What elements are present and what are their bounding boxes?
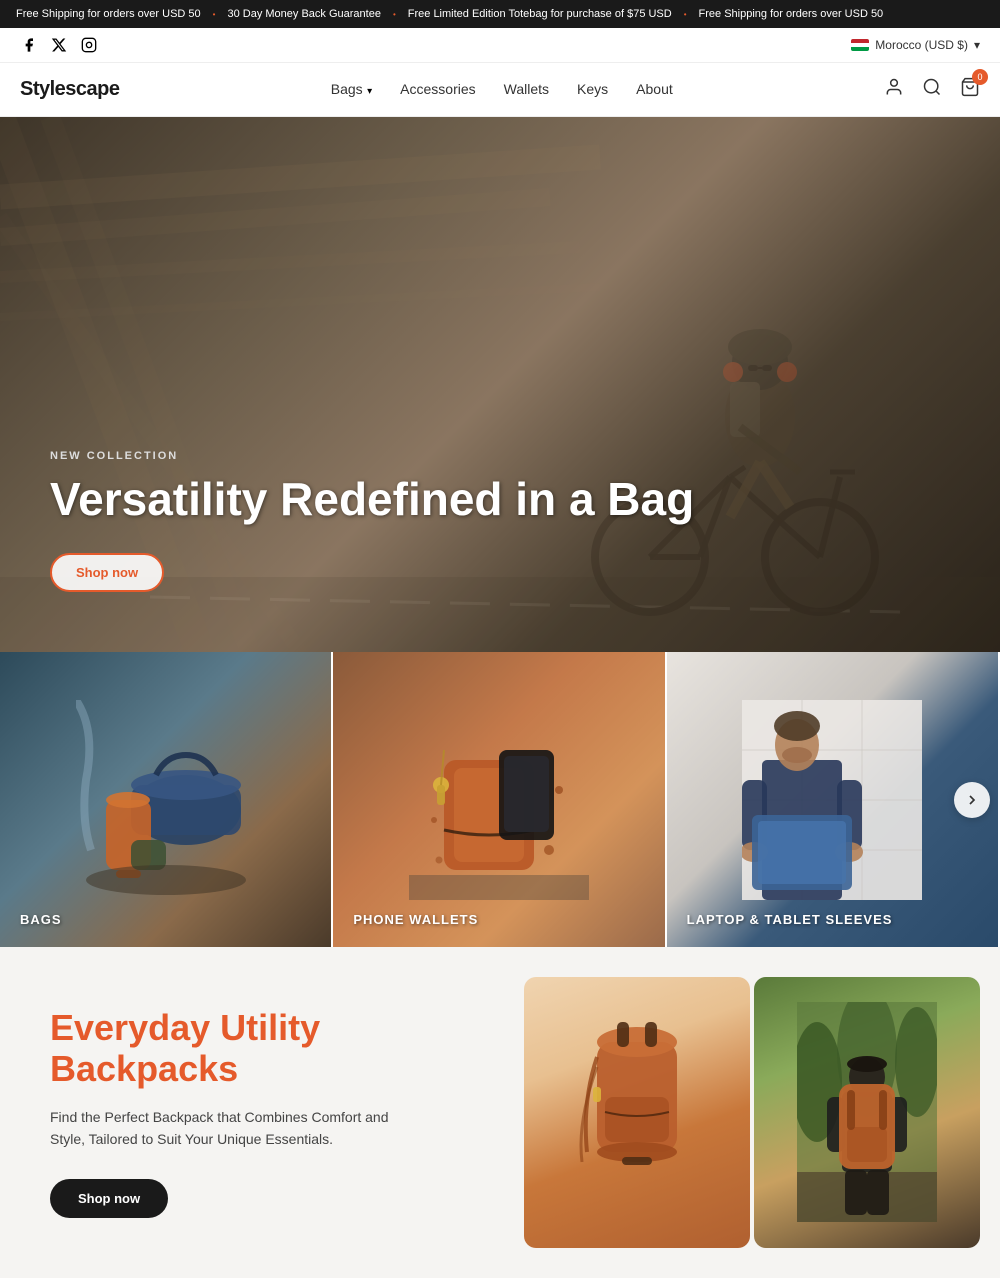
nav-item-about[interactable]: About <box>636 81 673 99</box>
nav-item-keys[interactable]: Keys <box>577 81 608 99</box>
category-card-bags[interactable]: BAGS <box>0 652 331 947</box>
announcement-items: Free Shipping for orders over USD 50 • 3… <box>16 8 984 20</box>
search-icon[interactable] <box>922 77 942 102</box>
morocco-flag <box>851 39 869 51</box>
hero-overlay: NEW COLLECTION Versatility Redefined in … <box>50 450 694 592</box>
separator-2: • <box>393 10 396 19</box>
backpack-product-image <box>524 977 750 1248</box>
nav-link-accessories[interactable]: Accessories <box>400 81 475 97</box>
separator-3: • <box>684 10 687 19</box>
wallets-label: PHONE WALLETS <box>353 912 478 927</box>
sleeves-card-bg <box>667 652 998 947</box>
hero-cta-button[interactable]: Shop now <box>50 553 164 592</box>
main-nav: Stylescape Bags Accessories Wallets Keys… <box>0 63 1000 117</box>
cart-icon[interactable]: 0 <box>960 77 980 102</box>
backpacks-images <box>514 947 1000 1278</box>
chevron-down-icon: ▾ <box>974 38 980 52</box>
logo[interactable]: Stylescape <box>20 78 120 101</box>
nav-actions: 0 <box>884 77 980 102</box>
nav-link-bags[interactable]: Bags <box>331 81 363 97</box>
announcement-item-1: Free Shipping for orders over USD 50 <box>16 8 201 20</box>
region-selector[interactable]: Morocco (USD $) ▾ <box>851 38 980 52</box>
category-card-wallets[interactable]: PHONE WALLETS <box>333 652 664 947</box>
hero-section: NEW COLLECTION Versatility Redefined in … <box>0 117 1000 652</box>
bags-card-bg <box>0 652 331 947</box>
announcement-item-2: 30 Day Money Back Guarantee <box>227 8 380 20</box>
announcement-item-4: Free Shipping for orders over USD 50 <box>699 8 884 20</box>
facebook-icon[interactable] <box>20 36 38 54</box>
backpacks-text: Everyday Utility Backpacks Find the Perf… <box>0 947 514 1278</box>
bags-label: BAGS <box>20 912 62 927</box>
backpacks-section: Everyday Utility Backpacks Find the Perf… <box>0 947 1000 1278</box>
social-icons <box>20 36 98 54</box>
announcement-bar: Free Shipping for orders over USD 50 • 3… <box>0 0 1000 28</box>
separator-1: • <box>213 10 216 19</box>
x-twitter-icon[interactable] <box>50 36 68 54</box>
account-icon[interactable] <box>884 77 904 102</box>
category-card-sleeves[interactable]: LAPTOP & TABLET SLEEVES <box>667 652 998 947</box>
hero-title: Versatility Redefined in a Bag <box>50 474 694 525</box>
nav-link-about[interactable]: About <box>636 81 673 97</box>
backpacks-cta-button[interactable]: Shop now <box>50 1179 168 1218</box>
wallets-card-bg <box>333 652 664 947</box>
nav-links: Bags Accessories Wallets Keys About <box>331 81 673 99</box>
region-label: Morocco (USD $) <box>875 38 968 52</box>
nav-link-keys[interactable]: Keys <box>577 81 608 97</box>
carousel-next-button[interactable] <box>954 782 990 818</box>
top-bar: Morocco (USD $) ▾ <box>0 28 1000 63</box>
backpacks-description: Find the Perfect Backpack that Combines … <box>50 1106 390 1151</box>
nav-link-wallets[interactable]: Wallets <box>504 81 549 97</box>
hero-subtitle: NEW COLLECTION <box>50 450 694 462</box>
nav-item-accessories[interactable]: Accessories <box>400 81 475 99</box>
nav-item-wallets[interactable]: Wallets <box>504 81 549 99</box>
instagram-icon[interactable] <box>80 36 98 54</box>
backpack-lifestyle-image <box>754 977 980 1248</box>
backpacks-title: Everyday Utility Backpacks <box>50 1007 464 1090</box>
cart-badge: 0 <box>972 69 988 85</box>
announcement-item-3: Free Limited Edition Totebag for purchas… <box>408 8 672 20</box>
sleeves-label: LAPTOP & TABLET SLEEVES <box>687 912 893 927</box>
nav-item-bags[interactable]: Bags <box>331 81 372 99</box>
category-section: BAGS <box>0 652 1000 947</box>
